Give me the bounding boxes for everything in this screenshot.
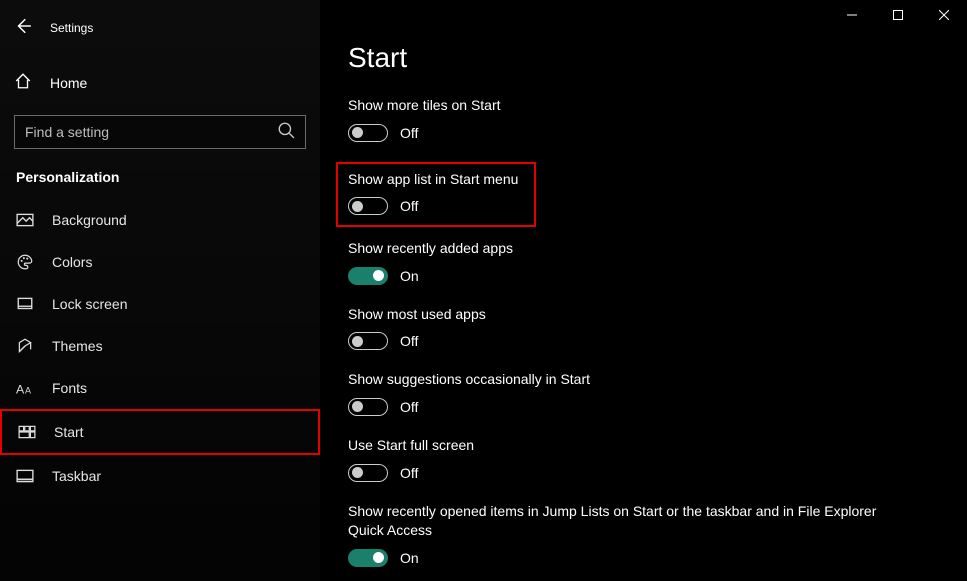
home-icon <box>14 72 32 93</box>
start-icon <box>18 423 36 441</box>
main-content: Start Show more tiles on Start Off Show … <box>320 0 967 581</box>
setting-label: Show recently opened items in Jump Lists… <box>348 502 908 541</box>
setting-app-list: Show app list in Start menu Off <box>336 162 536 228</box>
page-title: Start <box>348 42 967 74</box>
search-icon <box>277 121 295 144</box>
settings-window: Settings Home Personalization Background… <box>0 0 967 581</box>
sidebar-item-label: Background <box>52 212 127 228</box>
setting-more-tiles: Show more tiles on Start Off <box>348 96 967 142</box>
toggle-recently-added[interactable] <box>348 267 388 285</box>
toggle-more-tiles[interactable] <box>348 124 388 142</box>
setting-jump-lists: Show recently opened items in Jump Lists… <box>348 502 967 567</box>
setting-label: Show app list in Start menu <box>348 170 520 190</box>
back-button[interactable] <box>14 17 32 40</box>
fonts-icon: AA <box>16 379 34 397</box>
window-controls <box>829 0 967 30</box>
sidebar-item-fonts[interactable]: AA Fonts <box>0 367 320 409</box>
toggle-state: Off <box>400 125 418 141</box>
setting-label: Show suggestions occasionally in Start <box>348 370 908 390</box>
minimize-button[interactable] <box>829 0 875 30</box>
toggle-state: Off <box>400 465 418 481</box>
close-icon <box>939 10 949 20</box>
setting-label: Show most used apps <box>348 305 908 325</box>
toggle-most-used[interactable] <box>348 332 388 350</box>
home-nav[interactable]: Home <box>0 62 320 103</box>
setting-label: Use Start full screen <box>348 436 908 456</box>
themes-icon <box>16 337 34 355</box>
search-input[interactable] <box>25 124 255 140</box>
sidebar-item-start[interactable]: Start <box>0 409 320 455</box>
home-label: Home <box>50 75 87 91</box>
toggle-state: Off <box>400 333 418 349</box>
toggle-state: On <box>400 268 419 284</box>
sidebar-item-label: Taskbar <box>52 468 101 484</box>
sidebar-item-taskbar[interactable]: Taskbar <box>0 455 320 497</box>
maximize-icon <box>893 10 903 20</box>
lockscreen-icon <box>16 295 34 313</box>
toggle-app-list[interactable] <box>348 197 388 215</box>
sidebar-item-colors[interactable]: Colors <box>0 241 320 283</box>
toggle-suggestions[interactable] <box>348 398 388 416</box>
maximize-button[interactable] <box>875 0 921 30</box>
taskbar-icon <box>16 467 34 485</box>
setting-most-used: Show most used apps Off <box>348 305 967 351</box>
close-button[interactable] <box>921 0 967 30</box>
sidebar-item-label: Start <box>54 424 84 440</box>
arrow-left-icon <box>14 17 32 35</box>
app-title: Settings <box>50 21 93 35</box>
setting-fullscreen: Use Start full screen Off <box>348 436 967 482</box>
picture-icon <box>16 211 34 229</box>
toggle-state: Off <box>400 198 418 214</box>
search-box[interactable] <box>14 115 306 149</box>
sidebar-item-label: Colors <box>52 254 92 270</box>
setting-recently-added: Show recently added apps On <box>348 239 967 285</box>
sidebar-item-themes[interactable]: Themes <box>0 325 320 367</box>
toggle-fullscreen[interactable] <box>348 464 388 482</box>
sidebar-list: Background Colors Lock screen Themes AA … <box>0 199 320 497</box>
svg-text:A: A <box>25 386 31 396</box>
sidebar-item-label: Lock screen <box>52 296 127 312</box>
svg-text:A: A <box>16 383 25 397</box>
toggle-state: On <box>400 550 419 566</box>
setting-label: Show recently added apps <box>348 239 908 259</box>
palette-icon <box>16 253 34 271</box>
sidebar-item-label: Themes <box>52 338 103 354</box>
toggle-state: Off <box>400 399 418 415</box>
sidebar-item-background[interactable]: Background <box>0 199 320 241</box>
sidebar: Settings Home Personalization Background… <box>0 0 320 581</box>
section-header: Personalization <box>0 149 320 193</box>
minimize-icon <box>847 10 857 20</box>
sidebar-item-label: Fonts <box>52 380 87 396</box>
sidebar-top: Settings <box>0 8 320 48</box>
toggle-jump-lists[interactable] <box>348 549 388 567</box>
setting-suggestions: Show suggestions occasionally in Start O… <box>348 370 967 416</box>
setting-label: Show more tiles on Start <box>348 96 908 116</box>
sidebar-item-lockscreen[interactable]: Lock screen <box>0 283 320 325</box>
